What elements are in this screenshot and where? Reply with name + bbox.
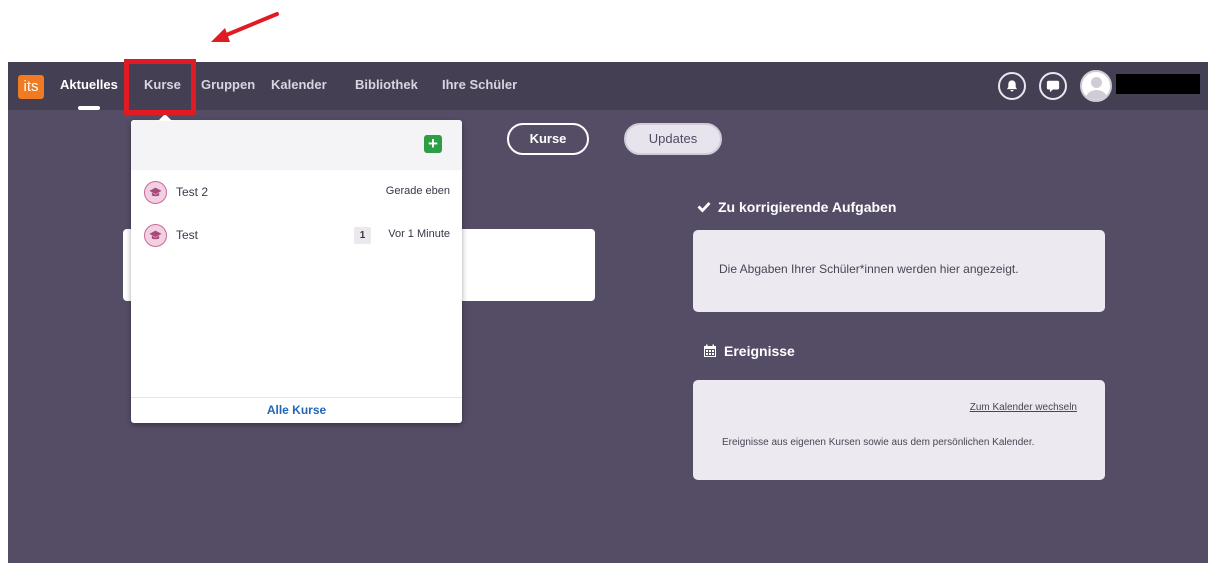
course-name: Test 2 (176, 185, 209, 199)
course-timestamp: Vor 1 Minute (388, 228, 450, 240)
course-name: Test (176, 228, 199, 242)
plus-icon: + (428, 134, 438, 153)
calendar-icon (704, 344, 716, 357)
avatar-head-shape (1091, 77, 1102, 88)
annotation-arrow-icon (211, 12, 279, 42)
events-empty-text: Ereignisse aus eigenen Kursen sowie aus … (722, 437, 1035, 448)
courses-dropdown: + Test 2 Gerade eben Test 1 Vor 1 Minute… (131, 120, 462, 423)
graduation-cap-icon (144, 224, 167, 247)
dropdown-caret (158, 114, 172, 121)
unread-count-badge: 1 (354, 227, 371, 244)
grading-title-text: Zu korrigierende Aufgaben (718, 199, 897, 215)
events-panel: Zum Kalender wechseln Ereignisse aus eig… (693, 380, 1105, 480)
app-logo[interactable]: its (18, 75, 44, 99)
messages-button[interactable] (1039, 72, 1067, 100)
nav-item-aktuelles[interactable]: Aktuelles (60, 77, 118, 92)
top-navigation-bar: its Aktuelles Kurse Gruppen Kalender Bib… (8, 62, 1208, 110)
nav-item-kalender[interactable]: Kalender (271, 77, 327, 92)
grading-section-title: Zu korrigierende Aufgaben (696, 199, 896, 215)
events-title-text: Ereignisse (724, 343, 795, 359)
course-item-test-2[interactable]: Test 2 Gerade eben (131, 172, 462, 212)
updates-toggle-button[interactable]: Updates (624, 123, 722, 155)
bell-icon (1007, 80, 1017, 92)
active-nav-indicator (78, 106, 100, 110)
calendar-switch-link[interactable]: Zum Kalender wechseln (970, 402, 1077, 413)
add-course-button[interactable]: + (424, 135, 442, 153)
avatar-body-shape (1086, 90, 1107, 100)
grading-panel: Die Abgaben Ihrer Schüler*innen werden h… (693, 230, 1105, 312)
events-section-title: Ereignisse (702, 343, 795, 359)
nav-item-ihre-schueler[interactable]: Ihre Schüler (442, 77, 517, 92)
notifications-button[interactable] (998, 72, 1026, 100)
redacted-username[interactable] (1116, 74, 1200, 94)
nav-item-bibliothek[interactable]: Bibliothek (355, 77, 418, 92)
kurse-toggle-button[interactable]: Kurse (507, 123, 589, 155)
avatar[interactable] (1080, 70, 1112, 102)
all-courses-link[interactable]: Alle Kurse (131, 397, 462, 423)
graduation-cap-icon (144, 181, 167, 204)
checkmark-icon (697, 202, 711, 213)
grading-empty-text: Die Abgaben Ihrer Schüler*innen werden h… (719, 262, 1019, 276)
course-item-test[interactable]: Test 1 Vor 1 Minute (131, 215, 462, 255)
nav-item-gruppen[interactable]: Gruppen (201, 77, 255, 92)
dropdown-header: + (131, 120, 462, 170)
nav-item-kurse[interactable]: Kurse (144, 77, 181, 92)
speech-bubble-icon (1046, 80, 1060, 93)
course-timestamp: Gerade eben (385, 185, 450, 197)
